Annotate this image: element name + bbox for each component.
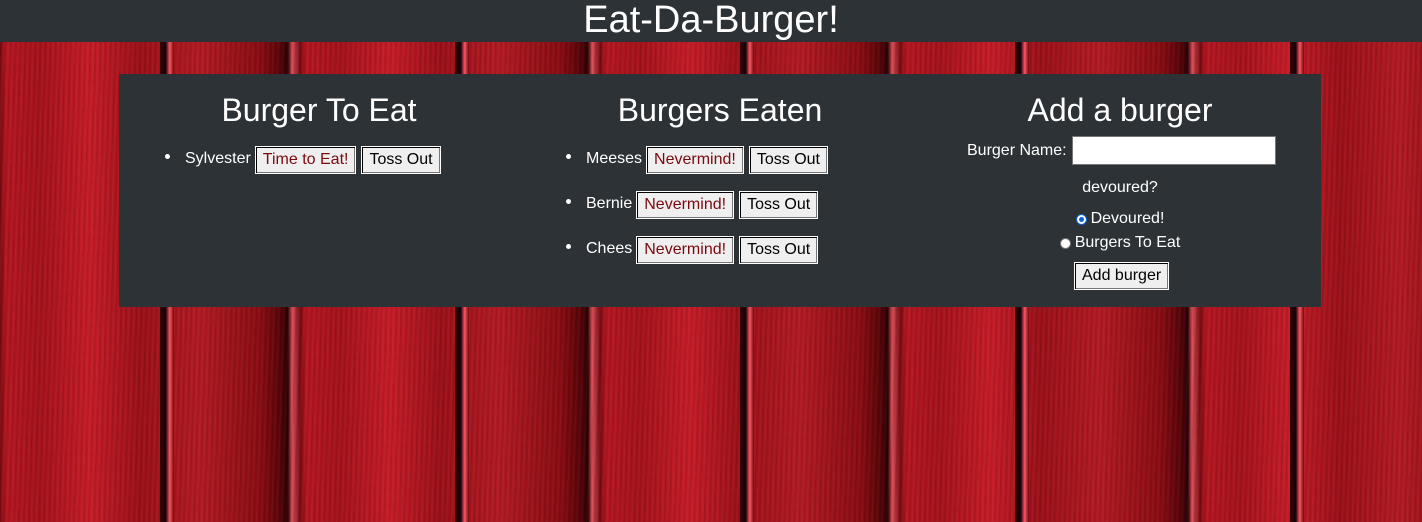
burger-name: Chees	[586, 240, 633, 257]
radio-to-eat[interactable]: Burgers To Eat	[920, 234, 1320, 252]
bullet-icon	[566, 154, 571, 159]
nevermind-button[interactable]: Nevermind!	[646, 146, 744, 174]
to-eat-list: Sylvester Time to Eat! Toss Out	[165, 146, 446, 191]
list-item: Bernie Nevermind! Toss Out	[566, 191, 833, 236]
radio-to-eat-label: Burgers To Eat	[1074, 234, 1181, 251]
eaten-heading: Burgers Eaten	[617, 92, 823, 128]
toss-out-button[interactable]: Toss Out	[361, 146, 441, 174]
radio-devoured[interactable]: Devoured!	[920, 210, 1320, 228]
bullet-icon	[165, 154, 170, 159]
burger-name-label: Burger Name:	[967, 141, 1067, 159]
burger-name: Sylvester	[185, 150, 251, 167]
list-item: Sylvester Time to Eat! Toss Out	[165, 146, 446, 191]
main-panel: Burger To Eat Sylvester Time to Eat! Tos…	[119, 74, 1321, 307]
list-item: Chees Nevermind! Toss Out	[566, 236, 833, 281]
radio-unchecked-icon[interactable]	[1059, 237, 1071, 249]
burger-name: Bernie	[586, 195, 633, 212]
radio-devoured-label: Devoured!	[1090, 210, 1165, 227]
to-eat-heading: Burger To Eat	[221, 92, 417, 128]
radio-checked-icon[interactable]	[1075, 213, 1087, 225]
toss-out-button[interactable]: Toss Out	[748, 146, 828, 174]
add-burger-button[interactable]: Add burger	[1074, 262, 1170, 290]
burger-name-input[interactable]	[1071, 136, 1276, 165]
burger-name-row: Burger Name:	[967, 136, 1276, 165]
nevermind-button[interactable]: Nevermind!	[636, 236, 735, 264]
burger-name: Meeses	[586, 150, 643, 167]
bullet-icon	[566, 244, 571, 249]
devoured-question: devoured?	[1082, 179, 1158, 196]
toss-out-button[interactable]: Toss Out	[739, 236, 819, 264]
nevermind-button[interactable]: Nevermind!	[636, 191, 735, 219]
eat-button[interactable]: Time to Eat!	[254, 146, 357, 174]
add-burger-form: Add a burger Burger Name: devoured? Devo…	[920, 74, 1320, 307]
toss-out-button[interactable]: Toss Out	[739, 191, 819, 219]
list-item: Meeses Nevermind! Toss Out	[566, 146, 833, 191]
bullet-icon	[566, 199, 571, 204]
add-burger-heading: Add a burger	[1027, 92, 1213, 128]
eaten-list: Meeses Nevermind! Toss Out Bernie Neverm…	[566, 146, 833, 281]
page-header: Eat-Da-Burger!	[0, 0, 1422, 42]
page-title: Eat-Da-Burger!	[583, 0, 839, 41]
